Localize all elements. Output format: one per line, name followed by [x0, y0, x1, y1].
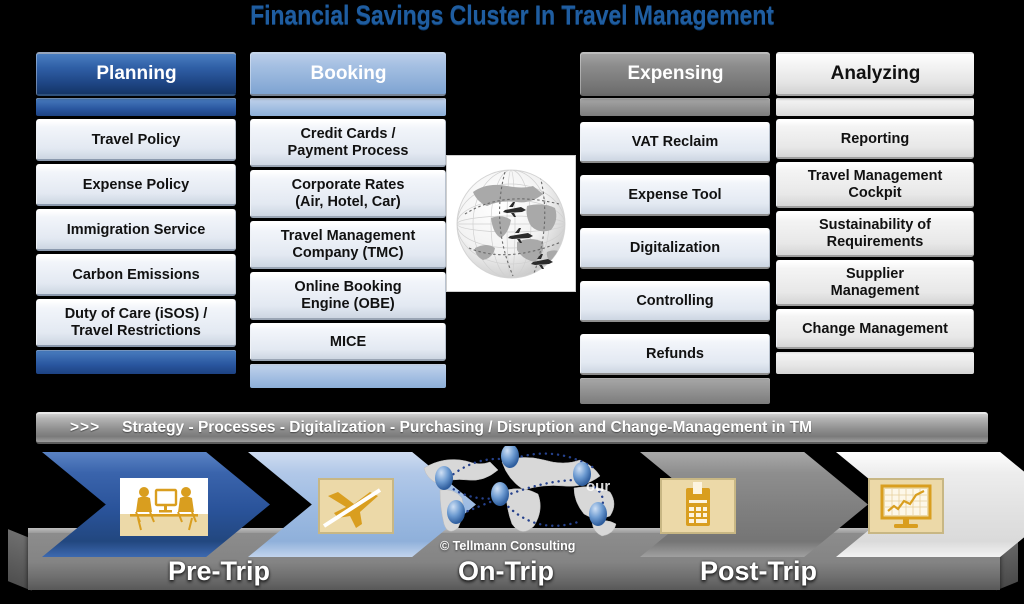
- meeting-table-icon: [120, 478, 208, 536]
- column-footer-strip: [580, 378, 770, 404]
- cluster-item-label: Online Booking Engine (OBE): [294, 279, 402, 312]
- cluster-item[interactable]: Travel Management Cockpit: [776, 162, 974, 208]
- cluster-item[interactable]: VAT Reclaim: [580, 122, 770, 163]
- cluster-column-planning: Planning Travel Policy Expense Policy Im…: [36, 52, 236, 374]
- column-header-label: Expensing: [627, 63, 724, 84]
- cluster-column-analyzing: Analyzing Reporting Travel Management Co…: [776, 52, 974, 374]
- cluster-item-label: Duty of Care (iSOS) / Travel Restriction…: [64, 306, 208, 339]
- column-header-expensing[interactable]: Expensing: [580, 52, 770, 96]
- cluster-item[interactable]: Credit Cards / Payment Process: [250, 119, 446, 167]
- airplane-icon: [318, 478, 394, 534]
- cluster-item[interactable]: Expense Policy: [36, 164, 236, 206]
- column-accent-strip: [36, 98, 236, 116]
- phase-label-post-trip: Post-Trip: [700, 556, 818, 586]
- cluster-column-expensing: Expensing VAT Reclaim Expense Tool Digit…: [580, 52, 770, 404]
- cluster-item[interactable]: Supplier Management: [776, 260, 974, 306]
- phase-label-pre-trip: Pre-Trip: [168, 556, 271, 586]
- cluster-column-booking: Booking Credit Cards / Payment Process C…: [250, 52, 446, 388]
- cluster-item[interactable]: Refunds: [580, 334, 770, 375]
- cluster-item[interactable]: Reporting: [776, 119, 974, 159]
- cluster-item-label: Immigration Service: [66, 221, 206, 238]
- calculator-receipt-icon: [660, 478, 736, 534]
- column-header-label: Planning: [96, 63, 177, 84]
- cluster-item[interactable]: Corporate Rates (Air, Hotel, Car): [250, 170, 446, 218]
- cluster-item-label: Refunds: [646, 346, 704, 362]
- cluster-item-label: Reporting: [840, 130, 910, 147]
- cluster-item-label: VAT Reclaim: [631, 134, 719, 150]
- strategy-banner[interactable]: >>> Strategy - Processes - Digitalizatio…: [36, 412, 988, 444]
- cluster-item-label: Travel Management Company (TMC): [280, 228, 416, 261]
- banner-arrows: >>>: [70, 419, 101, 436]
- copyright-notice: © Tellmann Consulting: [440, 539, 576, 553]
- cluster-item[interactable]: Duty of Care (iSOS) / Travel Restriction…: [36, 299, 236, 347]
- cluster-item[interactable]: Immigration Service: [36, 209, 236, 251]
- cluster-item-label: Expense Tool: [628, 187, 722, 203]
- cluster-item[interactable]: Online Booking Engine (OBE): [250, 272, 446, 320]
- cluster-item[interactable]: Digitalization: [580, 228, 770, 269]
- column-header-label: Booking: [310, 63, 387, 84]
- column-header-planning[interactable]: Planning: [36, 52, 236, 96]
- world-map-network-icon: [414, 444, 630, 546]
- cluster-item-label: Digitalization: [629, 240, 721, 256]
- phase-label-on-trip: On-Trip: [458, 556, 554, 586]
- cluster-item-label: Supplier Management: [830, 266, 920, 299]
- cluster-item[interactable]: Carbon Emissions: [36, 254, 236, 296]
- cluster-item-label: Carbon Emissions: [72, 266, 200, 283]
- cluster-item-label: Corporate Rates (Air, Hotel, Car): [291, 177, 405, 210]
- cluster-item[interactable]: Travel Management Company (TMC): [250, 221, 446, 269]
- cluster-item[interactable]: Travel Policy: [36, 119, 236, 161]
- cluster-item[interactable]: Expense Tool: [580, 175, 770, 216]
- cluster-item-label: Travel Policy: [91, 131, 181, 148]
- column-header-label: Analyzing: [830, 63, 921, 84]
- cluster-item[interactable]: Sustainability of Requirements: [776, 211, 974, 257]
- cluster-item-label: Controlling: [636, 293, 714, 309]
- cluster-item[interactable]: Controlling: [580, 281, 770, 322]
- cluster-item[interactable]: Change Management: [776, 309, 974, 349]
- cluster-item-label: Sustainability of Requirements: [819, 217, 931, 250]
- column-accent-strip: [250, 98, 446, 116]
- cluster-item-label: Change Management: [802, 320, 948, 337]
- faded-overlay-text: our: [586, 478, 611, 495]
- cluster-item[interactable]: MICE: [250, 323, 446, 361]
- column-footer-strip: [36, 350, 236, 374]
- column-header-booking[interactable]: Booking: [250, 52, 446, 96]
- column-footer-strip: [776, 352, 974, 374]
- banner-label: Strategy - Processes - Digitalization - …: [122, 419, 813, 436]
- column-accent-strip: [580, 98, 770, 116]
- cluster-item-label: Expense Policy: [82, 176, 190, 193]
- cluster-item-label: MICE: [329, 333, 367, 350]
- cluster-item-label: Credit Cards / Payment Process: [287, 126, 409, 159]
- column-footer-strip: [250, 364, 446, 388]
- monitor-chart-icon: [868, 478, 944, 534]
- page-title: Financial Savings Cluster In Travel Mana…: [250, 0, 774, 30]
- globe-airplanes-icon: [447, 156, 575, 291]
- cluster-item-label: Travel Management Cockpit: [807, 168, 943, 201]
- column-accent-strip: [776, 98, 974, 116]
- column-header-analyzing[interactable]: Analyzing: [776, 52, 974, 96]
- infographic-canvas: Financial Savings Cluster In Travel Mana…: [0, 0, 1024, 604]
